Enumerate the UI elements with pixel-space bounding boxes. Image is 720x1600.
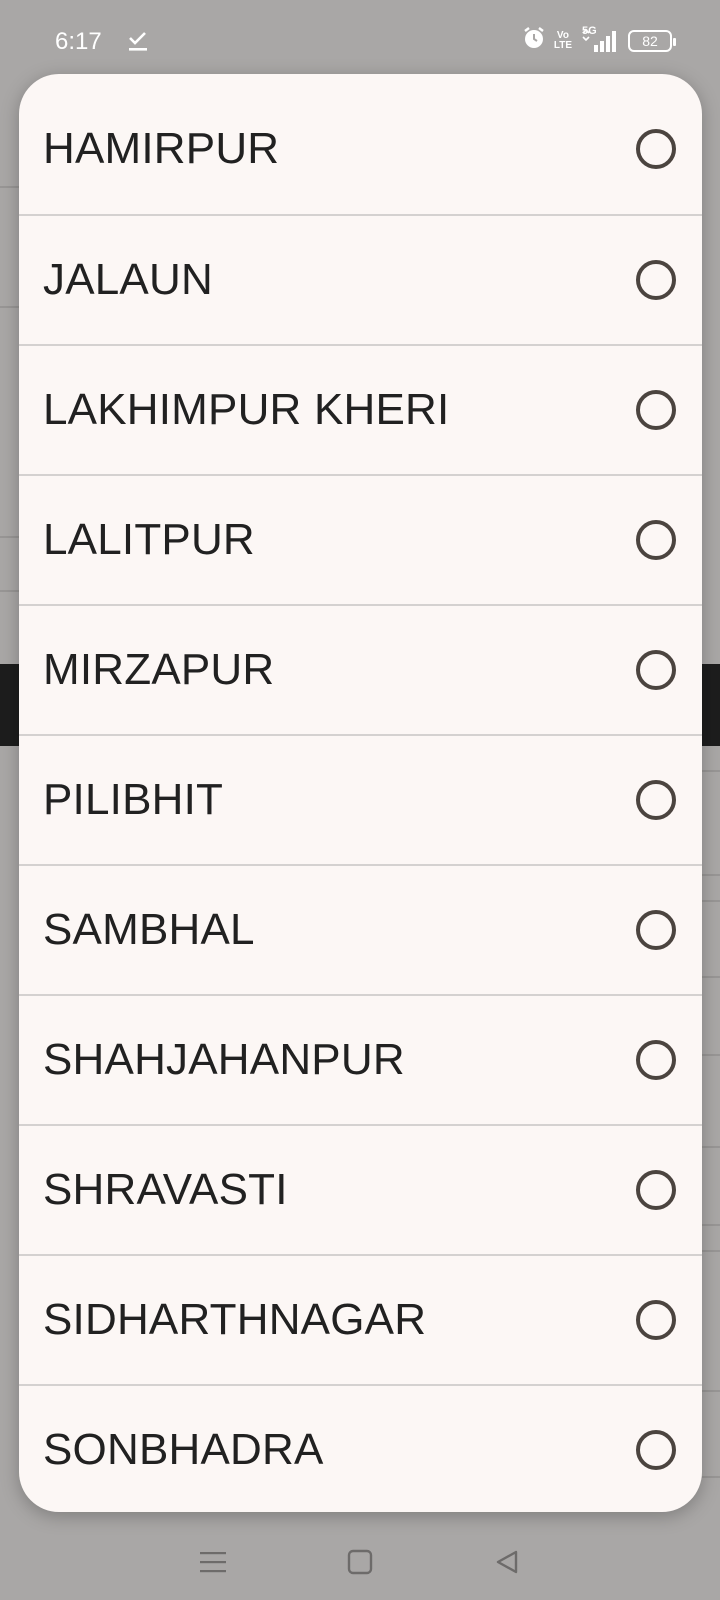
district-option-label: SONBHADRA — [43, 1425, 324, 1474]
district-option-label: SHAHJAHANPUR — [43, 1035, 405, 1084]
navigation-bar — [0, 1528, 720, 1600]
district-option-label: SIDHARTHNAGAR — [43, 1295, 427, 1344]
menu-button[interactable] — [183, 1539, 243, 1589]
background-divider — [702, 874, 720, 876]
radio-button[interactable] — [636, 129, 676, 169]
district-option[interactable]: LALITPUR — [19, 474, 702, 604]
district-option[interactable]: SHRAVASTI — [19, 1124, 702, 1254]
district-option-label: LALITPUR — [43, 515, 255, 564]
home-icon — [347, 1549, 373, 1580]
district-option[interactable]: SONBHADRA — [19, 1384, 702, 1512]
radio-button[interactable] — [636, 260, 676, 300]
district-option-label: LAKHIMPUR KHERI — [43, 385, 450, 434]
background-divider — [0, 306, 19, 308]
background-divider — [702, 1146, 720, 1148]
status-time: 6:17 — [55, 28, 102, 55]
background-divider — [0, 186, 19, 188]
district-option-label: HAMIRPUR — [43, 124, 280, 173]
radio-button[interactable] — [636, 1040, 676, 1080]
volte-bottom: LTE — [553, 39, 572, 51]
status-bar: 6:17 Vo LTE 5G 82 — [0, 0, 720, 84]
district-option-label: JALAUN — [43, 255, 213, 304]
district-option-label: MIRZAPUR — [43, 645, 275, 694]
menu-icon — [199, 1550, 227, 1579]
district-option[interactable]: SIDHARTHNAGAR — [19, 1254, 702, 1384]
alarm-icon — [522, 26, 546, 55]
signal-icon: 5G — [580, 25, 620, 53]
background-divider — [0, 590, 19, 592]
radio-button[interactable] — [636, 650, 676, 690]
background-divider — [702, 1054, 720, 1056]
background-divider — [702, 976, 720, 978]
radio-button[interactable] — [636, 1430, 676, 1470]
background-divider — [702, 1250, 720, 1252]
background-divider — [702, 1390, 720, 1392]
back-icon — [494, 1549, 520, 1580]
district-select-dialog: HAMIRPUR JALAUN LAKHIMPUR KHERI LALITPUR MIR… — [19, 74, 702, 1512]
volte-indicator: Vo LTE — [553, 30, 572, 51]
district-option[interactable]: HAMIRPUR — [19, 84, 702, 214]
district-option-list: HAMIRPUR JALAUN LAKHIMPUR KHERI LALITPUR MIR… — [19, 84, 702, 1512]
download-complete-icon — [128, 30, 148, 57]
network-type: 5G — [582, 24, 597, 37]
radio-button[interactable] — [636, 520, 676, 560]
background-divider — [702, 900, 720, 902]
radio-button[interactable] — [636, 910, 676, 950]
home-button[interactable] — [330, 1539, 390, 1589]
radio-button[interactable] — [636, 1300, 676, 1340]
district-option-label: SAMBHAL — [43, 905, 255, 954]
district-option-label: SHRAVASTI — [43, 1165, 288, 1214]
district-option[interactable]: MIRZAPUR — [19, 604, 702, 734]
district-option-label: PILIBHIT — [43, 775, 224, 824]
radio-button[interactable] — [636, 780, 676, 820]
back-button[interactable] — [477, 1539, 537, 1589]
background-divider — [702, 770, 720, 772]
district-option[interactable]: SAMBHAL — [19, 864, 702, 994]
district-option[interactable]: JALAUN — [19, 214, 702, 344]
status-icons: Vo LTE 5G 82 — [522, 25, 676, 55]
district-option[interactable]: SHAHJAHANPUR — [19, 994, 702, 1124]
background-divider — [702, 1224, 720, 1226]
district-option[interactable]: LAKHIMPUR KHERI — [19, 344, 702, 474]
radio-button[interactable] — [636, 1170, 676, 1210]
district-option[interactable]: PILIBHIT — [19, 734, 702, 864]
background-divider — [702, 1476, 720, 1478]
battery-indicator: 82 — [628, 29, 676, 52]
radio-button[interactable] — [636, 390, 676, 430]
background-divider — [0, 536, 19, 538]
